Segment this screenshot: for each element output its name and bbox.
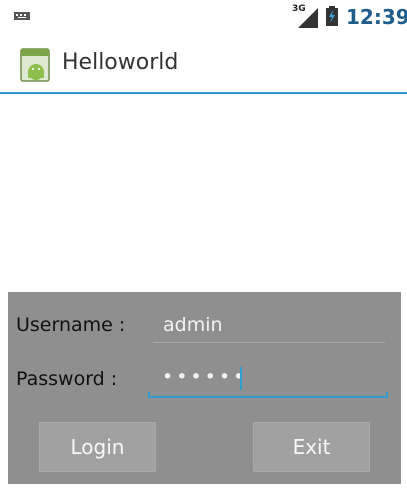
username-input[interactable]: admin <box>163 314 223 336</box>
login-button[interactable]: Login <box>39 422 156 472</box>
battery-icon <box>326 6 338 26</box>
password-input-underline <box>148 392 388 398</box>
text-cursor <box>240 367 242 390</box>
exit-button[interactable]: Exit <box>253 422 370 472</box>
action-bar: Helloworld <box>0 38 407 94</box>
app-title: Helloworld <box>62 50 179 75</box>
signal-strength-icon: 3G <box>292 4 318 28</box>
password-label: Password : <box>16 368 118 390</box>
username-input-underline <box>153 342 385 343</box>
username-label: Username : <box>16 314 126 336</box>
status-clock: 12:39 <box>346 5 407 29</box>
login-panel: Username : admin Password : •••••• Login… <box>8 292 401 484</box>
notification-icon <box>14 12 30 20</box>
android-app-icon <box>20 48 50 82</box>
password-input[interactable]: •••••• <box>162 366 247 388</box>
status-bar: 3G 12:39 <box>0 0 407 38</box>
